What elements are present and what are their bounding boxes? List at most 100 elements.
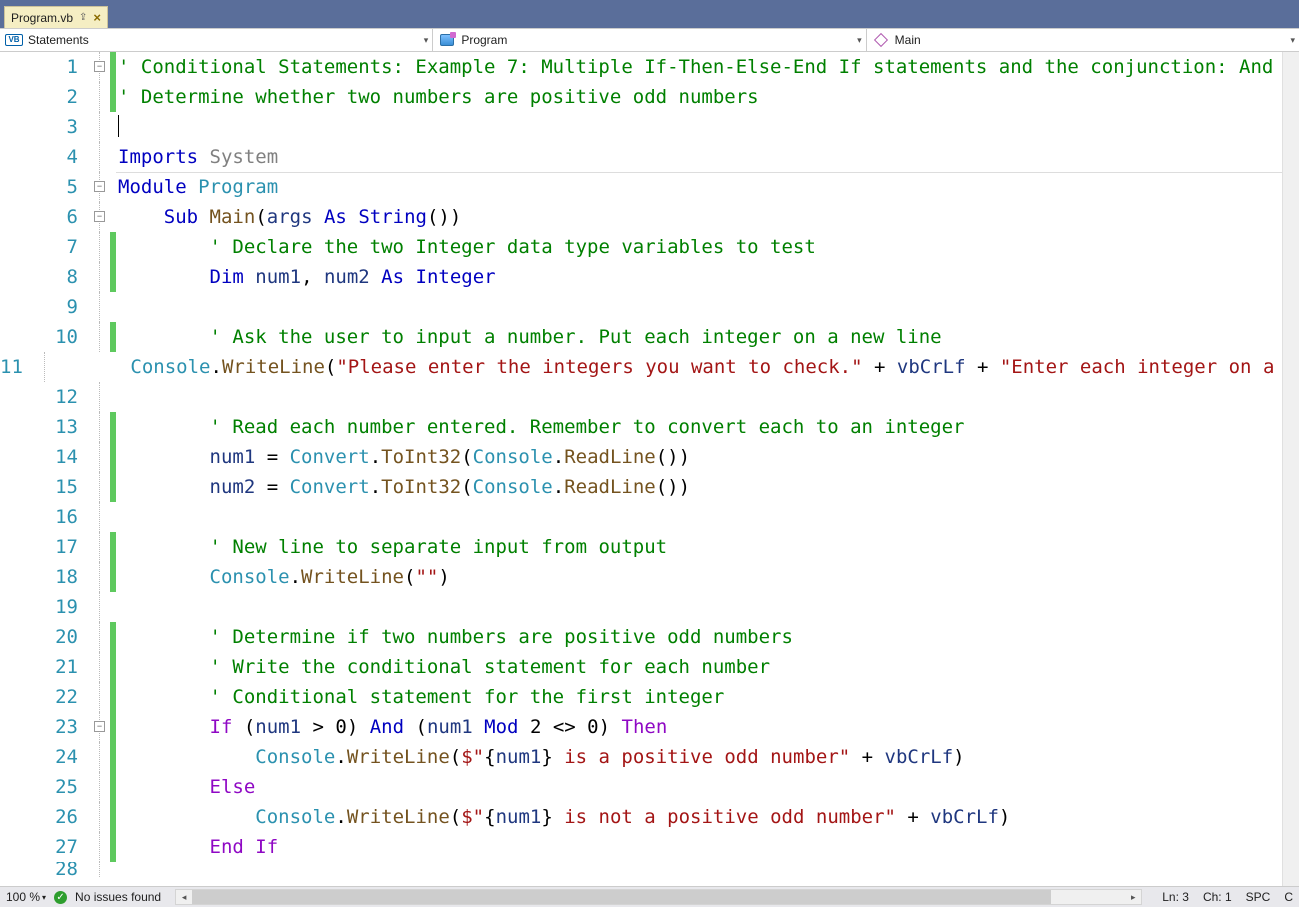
code-line[interactable]: 21 ' Write the conditional statement for…: [0, 652, 1282, 682]
code-line[interactable]: 19: [0, 592, 1282, 622]
status-extra[interactable]: C: [1284, 890, 1293, 904]
code-line[interactable]: 24 Console.WriteLine($"{num1} is a posit…: [0, 742, 1282, 772]
line-number[interactable]: 27: [0, 832, 92, 862]
line-number[interactable]: 3: [0, 112, 92, 142]
fold-toggle-icon[interactable]: −: [94, 721, 105, 732]
scroll-right-icon[interactable]: ▸: [1125, 890, 1141, 904]
code-line[interactable]: 6− Sub Main(args As String()): [0, 202, 1282, 232]
code-line[interactable]: 22 ' Conditional statement for the first…: [0, 682, 1282, 712]
line-number[interactable]: 11: [0, 352, 37, 382]
line-number[interactable]: 28: [0, 862, 92, 877]
fold-toggle-icon[interactable]: −: [94, 181, 105, 192]
code-lines[interactable]: 1−' Conditional Statements: Example 7: M…: [0, 52, 1282, 886]
code-line[interactable]: 28: [0, 862, 1282, 877]
code-line[interactable]: 7 ' Declare the two Integer data type va…: [0, 232, 1282, 262]
code-line[interactable]: 27 End If: [0, 832, 1282, 862]
scroll-track[interactable]: [192, 890, 1125, 904]
line-number[interactable]: 9: [0, 292, 92, 322]
code-text[interactable]: ' Declare the two Integer data type vari…: [116, 232, 1282, 262]
code-text[interactable]: Console.WriteLine($"{num1} is a positive…: [116, 742, 1282, 772]
code-text[interactable]: Console.WriteLine("Please enter the inte…: [37, 352, 1282, 382]
zoom-control[interactable]: 100 % ▾: [6, 890, 46, 904]
code-text[interactable]: num2 = Convert.ToInt32(Console.ReadLine(…: [116, 472, 1282, 502]
code-text[interactable]: ' Determine if two numbers are positive …: [116, 622, 1282, 652]
line-number[interactable]: 22: [0, 682, 92, 712]
code-text[interactable]: ' Read each number entered. Remember to …: [116, 412, 1282, 442]
fold-toggle-icon[interactable]: −: [94, 211, 105, 222]
code-text[interactable]: End If: [116, 832, 1282, 862]
code-line[interactable]: 14 num1 = Convert.ToInt32(Console.ReadLi…: [0, 442, 1282, 472]
code-line[interactable]: 23− If (num1 > 0) And (num1 Mod 2 <> 0) …: [0, 712, 1282, 742]
code-text[interactable]: Module Program: [116, 172, 1282, 202]
line-number[interactable]: 1: [0, 52, 92, 82]
line-number[interactable]: 13: [0, 412, 92, 442]
code-line[interactable]: 4 Imports System: [0, 142, 1282, 172]
code-line[interactable]: 10 ' Ask the user to input a number. Put…: [0, 322, 1282, 352]
line-number[interactable]: 4: [0, 142, 92, 172]
issues-label[interactable]: No issues found: [75, 890, 161, 904]
line-number[interactable]: 10: [0, 322, 92, 352]
code-text[interactable]: ' Conditional statement for the first in…: [116, 682, 1282, 712]
nav-scope[interactable]: VB Statements ▾: [0, 29, 433, 51]
code-text[interactable]: [116, 112, 1282, 142]
code-text[interactable]: Sub Main(args As String()): [116, 202, 1282, 232]
nav-type[interactable]: Program ▾: [433, 29, 866, 51]
scroll-left-icon[interactable]: ◂: [176, 890, 192, 904]
line-number[interactable]: 5: [0, 172, 92, 202]
code-line[interactable]: 1−' Conditional Statements: Example 7: M…: [0, 52, 1282, 82]
line-number[interactable]: 21: [0, 652, 92, 682]
code-line[interactable]: 20 ' Determine if two numbers are positi…: [0, 622, 1282, 652]
code-line[interactable]: 15 num2 = Convert.ToInt32(Console.ReadLi…: [0, 472, 1282, 502]
code-line[interactable]: 3: [0, 112, 1282, 142]
code-line[interactable]: 8 Dim num1, num2 As Integer: [0, 262, 1282, 292]
line-number[interactable]: 8: [0, 262, 92, 292]
tab-program-vb[interactable]: Program.vb ⇪ ×: [4, 6, 108, 28]
status-ins[interactable]: SPC: [1246, 890, 1271, 904]
code-line[interactable]: 9: [0, 292, 1282, 322]
status-ch[interactable]: Ch: 1: [1203, 890, 1232, 904]
line-number[interactable]: 24: [0, 742, 92, 772]
code-text[interactable]: Else: [116, 772, 1282, 802]
line-number[interactable]: 20: [0, 622, 92, 652]
code-text[interactable]: ' Determine whether two numbers are posi…: [116, 82, 1282, 112]
line-number[interactable]: 25: [0, 772, 92, 802]
close-icon[interactable]: ×: [93, 10, 101, 25]
code-text[interactable]: Console.WriteLine(""): [116, 562, 1282, 592]
code-line[interactable]: 11 Console.WriteLine("Please enter the i…: [0, 352, 1282, 382]
code-text[interactable]: If (num1 > 0) And (num1 Mod 2 <> 0) Then: [116, 712, 1282, 742]
status-ln[interactable]: Ln: 3: [1162, 890, 1189, 904]
code-line[interactable]: 18 Console.WriteLine(""): [0, 562, 1282, 592]
code-line[interactable]: 2 ' Determine whether two numbers are pos…: [0, 82, 1282, 112]
code-line[interactable]: 17 ' New line to separate input from out…: [0, 532, 1282, 562]
line-number[interactable]: 26: [0, 802, 92, 832]
code-line[interactable]: 26 Console.WriteLine($"{num1} is not a p…: [0, 802, 1282, 832]
line-number[interactable]: 15: [0, 472, 92, 502]
code-text[interactable]: ' Conditional Statements: Example 7: Mul…: [116, 52, 1282, 82]
fold-toggle-icon[interactable]: −: [94, 61, 105, 72]
code-text[interactable]: ' New line to separate input from output: [116, 532, 1282, 562]
line-number[interactable]: 16: [0, 502, 92, 532]
code-text[interactable]: num1 = Convert.ToInt32(Console.ReadLine(…: [116, 442, 1282, 472]
line-number[interactable]: 19: [0, 592, 92, 622]
code-text[interactable]: ' Write the conditional statement for ea…: [116, 652, 1282, 682]
code-line[interactable]: 5−Module Program: [0, 172, 1282, 202]
code-text[interactable]: [116, 862, 1282, 877]
line-number[interactable]: 2: [0, 82, 92, 112]
horizontal-scrollbar[interactable]: ◂ ▸: [175, 889, 1142, 905]
code-line[interactable]: 13 ' Read each number entered. Remember …: [0, 412, 1282, 442]
line-number[interactable]: 6: [0, 202, 92, 232]
pin-icon[interactable]: ⇪: [79, 12, 87, 23]
scroll-thumb[interactable]: [192, 890, 1050, 904]
code-text[interactable]: Console.WriteLine($"{num1} is not a posi…: [116, 802, 1282, 832]
code-text[interactable]: [116, 382, 1282, 412]
code-text[interactable]: ' Ask the user to input a number. Put ea…: [116, 322, 1282, 352]
vertical-scrollbar[interactable]: [1282, 52, 1299, 886]
line-number[interactable]: 18: [0, 562, 92, 592]
code-text[interactable]: [116, 592, 1282, 622]
line-number[interactable]: 12: [0, 382, 92, 412]
code-line[interactable]: 16: [0, 502, 1282, 532]
line-number[interactable]: 7: [0, 232, 92, 262]
code-text[interactable]: Imports System: [116, 142, 1282, 172]
line-number[interactable]: 14: [0, 442, 92, 472]
code-text[interactable]: [116, 502, 1282, 532]
